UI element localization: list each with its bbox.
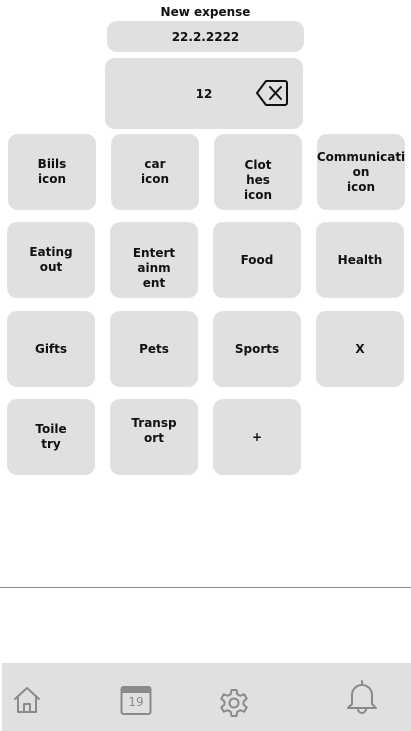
category-x[interactable]: X	[316, 311, 404, 387]
home-icon[interactable]	[12, 685, 42, 715]
add-category-label: +	[251, 429, 263, 444]
category-label: Transp ort	[131, 416, 177, 445]
category-label: Gifts	[34, 341, 68, 356]
page-title: New expense	[160, 5, 251, 19]
category-label: Health	[337, 252, 383, 267]
category-clothes[interactable]: Clot hes icon	[214, 134, 302, 210]
backspace-icon[interactable]	[255, 78, 289, 108]
category-label: Pets	[139, 341, 169, 356]
calendar-icon[interactable]: 19	[120, 685, 152, 716]
divider	[0, 587, 411, 588]
calendar-day: 19	[128, 695, 144, 709]
category-entertainment[interactable]: Entert ainm ent	[110, 222, 198, 298]
category-pets[interactable]: Pets	[110, 311, 198, 387]
date-value: 22.2.2222	[171, 29, 240, 44]
category-label: Eating out	[29, 245, 73, 274]
category-health[interactable]: Health	[316, 222, 404, 298]
category-food[interactable]: Food	[213, 222, 301, 298]
amount-display: 12	[105, 58, 303, 129]
category-car[interactable]: car icon	[111, 134, 199, 210]
category-communication[interactable]: Communicati on icon	[317, 134, 405, 210]
gear-icon[interactable]	[218, 687, 250, 719]
category-sports[interactable]: Sports	[213, 311, 301, 387]
category-toiletry[interactable]: Toile try	[7, 399, 95, 475]
category-label: Entert ainm ent	[132, 245, 176, 290]
category-bills[interactable]: Biils icon	[8, 134, 96, 210]
category-transport[interactable]: Transp ort	[110, 399, 198, 475]
category-gifts[interactable]: Gifts	[7, 311, 95, 387]
category-label: Communicati on icon	[316, 149, 406, 194]
category-label: Clot hes icon	[243, 157, 272, 202]
category-label: car icon	[140, 157, 169, 186]
add-category-button[interactable]: +	[213, 399, 301, 475]
bottom-tab-bar: 19	[2, 663, 411, 731]
category-label: X	[355, 341, 365, 356]
category-label: Sports	[234, 341, 280, 356]
category-label: Food	[240, 252, 274, 267]
category-label: Toile try	[35, 422, 67, 451]
category-eating-out[interactable]: Eating out	[7, 222, 95, 298]
date-field[interactable]: 22.2.2222	[107, 21, 304, 52]
category-label: Biils icon	[37, 157, 67, 186]
bell-icon[interactable]	[345, 679, 379, 715]
